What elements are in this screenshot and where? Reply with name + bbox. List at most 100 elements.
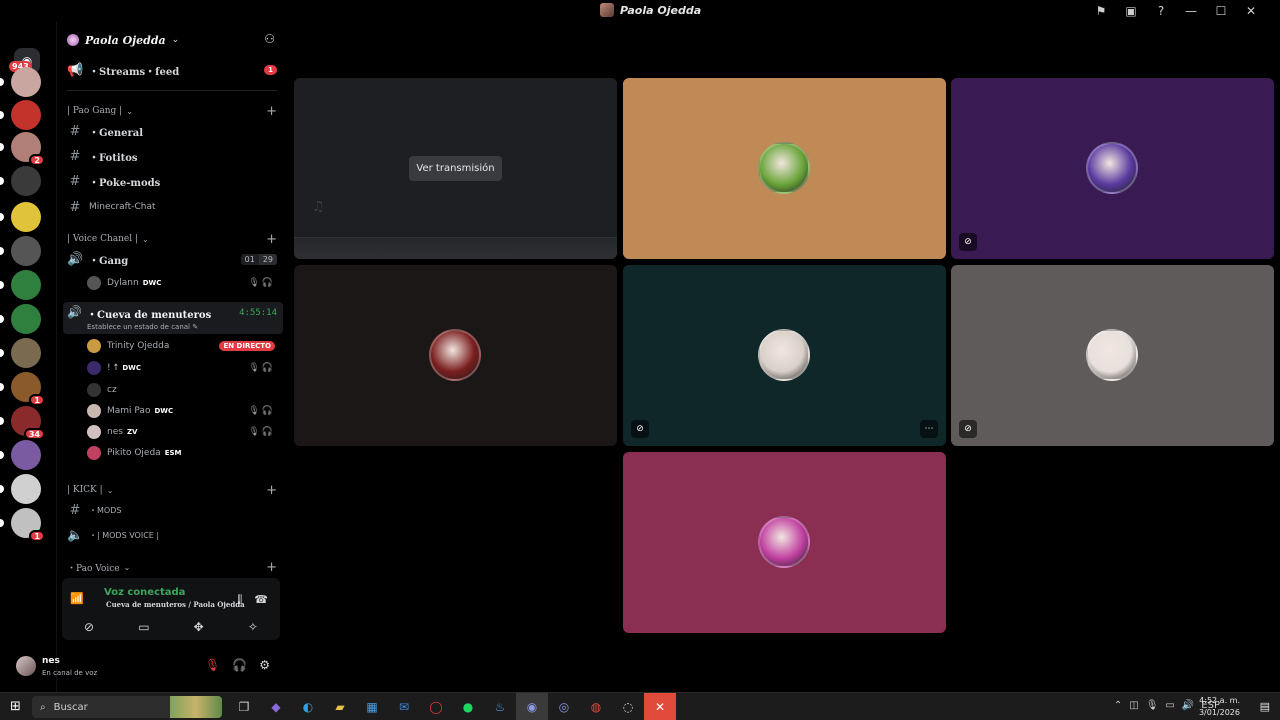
user-tile-1[interactable] xyxy=(623,78,946,259)
voice-channel-cueva-de-menuteros[interactable]: 🔊 ・Cueva de menuteros 4:55:14 Establece … xyxy=(63,302,283,334)
discord-icon[interactable]: ◉ xyxy=(516,693,548,720)
disconnect-icon[interactable]: ☎ xyxy=(254,593,268,607)
stream-tile[interactable]: Ver transmisión ♫ xyxy=(294,78,617,259)
server-icon[interactable] xyxy=(0,440,41,470)
obs-icon[interactable]: ◌ xyxy=(612,693,644,720)
camera-off-icon[interactable]: ⊘ xyxy=(84,620,94,634)
gear-icon[interactable]: ⚙ xyxy=(259,658,270,672)
screen-icon[interactable]: ▣ xyxy=(1116,3,1146,19)
server-icon[interactable] xyxy=(0,236,41,266)
server-icon[interactable] xyxy=(0,338,41,368)
inbox-icon[interactable]: ⚑ xyxy=(1086,3,1116,19)
activities-icon[interactable]: ✥ xyxy=(194,620,204,634)
soundboard-icon[interactable]: ✧ xyxy=(248,620,258,634)
network-icon[interactable]: ▭ xyxy=(1165,700,1174,711)
server-icon[interactable]: 2 xyxy=(0,132,45,166)
channel-minecraft-chat[interactable]: # Minecraft-Chat xyxy=(67,197,281,217)
add-channel-icon[interactable]: + xyxy=(266,560,277,575)
notifications-icon[interactable]: ▤ xyxy=(1260,700,1270,713)
server-icon[interactable]: 1 xyxy=(0,508,45,542)
signal-icon[interactable]: 📶 xyxy=(70,592,84,605)
voice-user-nes[interactable]: nes ZV 🎙🎧 xyxy=(87,422,281,442)
channel-poke-mods[interactable]: # ・Poke-mods xyxy=(67,171,281,191)
server-icon[interactable] xyxy=(0,202,41,232)
user-tile-3[interactable] xyxy=(294,265,617,446)
category-voice-chanel[interactable]: | Voice Chanel | ⌄ + xyxy=(67,232,281,247)
user-name[interactable]: nes xyxy=(42,656,60,666)
watch-stream-button[interactable]: Ver transmisión xyxy=(409,156,502,181)
channel-status[interactable]: Establece un estado de canal ✎ xyxy=(87,323,198,331)
server-icon[interactable] xyxy=(0,166,41,196)
noise-suppression-icon[interactable]: ⫼ xyxy=(237,593,242,607)
server-icon[interactable] xyxy=(0,270,41,300)
spotify-icon[interactable]: ● xyxy=(452,693,484,720)
windows-start-icon[interactable]: ⊞ xyxy=(10,699,21,714)
edge-icon[interactable]: ◐ xyxy=(292,693,324,720)
screen-share-icon[interactable]: ▭ xyxy=(138,620,149,634)
channel-label: ・Fotitos xyxy=(89,152,138,164)
headphones-deafened-icon[interactable]: 🎧 xyxy=(232,658,247,672)
minimize-button[interactable]: — xyxy=(1176,3,1206,19)
copilot-icon[interactable]: ◆ xyxy=(260,693,292,720)
taskbar-search[interactable]: ⌕ Buscar xyxy=(32,696,222,718)
server-icon[interactable]: 34 xyxy=(0,406,45,440)
voice-user-mami-pao[interactable]: Mami Pao DWC 🎙🎧 xyxy=(87,401,281,421)
steam-icon[interactable]: ♨ xyxy=(484,693,516,720)
add-channel-icon[interactable]: + xyxy=(266,483,277,498)
server-tag: ESM xyxy=(164,449,182,457)
close-app-icon[interactable]: ✕ xyxy=(644,693,676,720)
voice-user-cross[interactable]: ! ☨ DWC 🎙🎧 xyxy=(87,358,281,378)
channel-fotitos[interactable]: # ・Fotitos xyxy=(67,146,281,166)
chevron-down-icon: ⌄ xyxy=(106,485,114,495)
task-view-icon[interactable]: ❐ xyxy=(228,693,260,720)
mic-muted-icon[interactable]: 🎙 xyxy=(205,658,220,672)
voice-channel-mods-voice[interactable]: 🔈 ・| MODS VOICE | xyxy=(67,525,281,545)
channel-label: ・General xyxy=(89,127,144,139)
unread-indicator xyxy=(0,417,4,425)
app-icon-2[interactable]: ◎ xyxy=(548,693,580,720)
user-tile-2[interactable]: ⊘ xyxy=(951,78,1274,259)
voice-user-dylann[interactable]: Dylann DWC 🎙🎧 xyxy=(87,273,281,293)
more-options-icon[interactable]: ⋯ xyxy=(920,420,938,438)
tray-app-icon[interactable]: ◫ xyxy=(1129,700,1138,711)
server-icon[interactable] xyxy=(0,67,41,97)
store-icon[interactable]: ▦ xyxy=(356,693,388,720)
channel-mods[interactable]: # ・MODS xyxy=(67,500,281,520)
microphone-icon[interactable]: 🎙 xyxy=(1146,700,1159,711)
close-button[interactable]: ✕ xyxy=(1236,3,1266,19)
voice-connected-channel[interactable]: Cueva de menuteros / Paola Ojedda xyxy=(106,600,245,609)
user-tile-6[interactable] xyxy=(623,452,946,633)
server-icon[interactable] xyxy=(0,304,41,334)
avatar[interactable] xyxy=(16,656,36,676)
add-channel-icon[interactable]: + xyxy=(266,104,277,119)
add-channel-icon[interactable]: + xyxy=(266,232,277,247)
file-explorer-icon[interactable]: ▰ xyxy=(324,693,356,720)
voice-channel-gang[interactable]: 🔊 ・Gang 01 29 xyxy=(67,249,281,269)
speaker-icon: 🔊 xyxy=(67,251,84,267)
divider xyxy=(67,90,277,91)
channel-streams-feed[interactable]: 📢 ・Streams・feed 1 xyxy=(67,60,281,80)
volume-icon[interactable]: 🔊 xyxy=(1182,700,1194,711)
maximize-button[interactable]: ☐ xyxy=(1206,3,1236,19)
voice-user-trinity[interactable]: Trinity Ojedda EN DIRECTO xyxy=(87,336,281,356)
voice-user-cz[interactable]: cz xyxy=(87,380,281,400)
server-icon[interactable] xyxy=(0,474,41,504)
guild-header[interactable]: Paola Ojedda ⌄ ⚇ xyxy=(57,22,289,58)
help-icon[interactable]: ? xyxy=(1146,3,1176,19)
channel-general[interactable]: # ・General xyxy=(67,121,281,141)
server-icon[interactable] xyxy=(0,100,41,130)
category-pao-voice[interactable]: ・Pao Voice ⌄ + xyxy=(67,560,281,575)
server-icon[interactable]: 1 xyxy=(0,372,45,406)
voice-connected-title[interactable]: Voz conectada xyxy=(104,587,185,598)
opera-icon[interactable]: ◯ xyxy=(420,693,452,720)
voice-user-pikito[interactable]: Pikito Ojeda ESM xyxy=(87,443,281,463)
category-kick[interactable]: | KICK | ⌄ + xyxy=(67,483,281,498)
invite-people-icon[interactable]: ⚇ xyxy=(264,32,275,46)
user-tile-5[interactable]: ⊘ xyxy=(951,265,1274,446)
app-icon-3[interactable]: ◍ xyxy=(580,693,612,720)
taskbar-clock[interactable]: 4:52 a. m. 3/01/2026 xyxy=(1199,695,1240,719)
outlook-icon[interactable]: ✉ xyxy=(388,693,420,720)
user-tile-4[interactable]: ⊘ ⋯ xyxy=(623,265,946,446)
chevron-up-icon[interactable]: ⌃ xyxy=(1114,700,1122,711)
category-pao-gang[interactable]: | Pao Gang | ⌄ + xyxy=(67,104,281,119)
